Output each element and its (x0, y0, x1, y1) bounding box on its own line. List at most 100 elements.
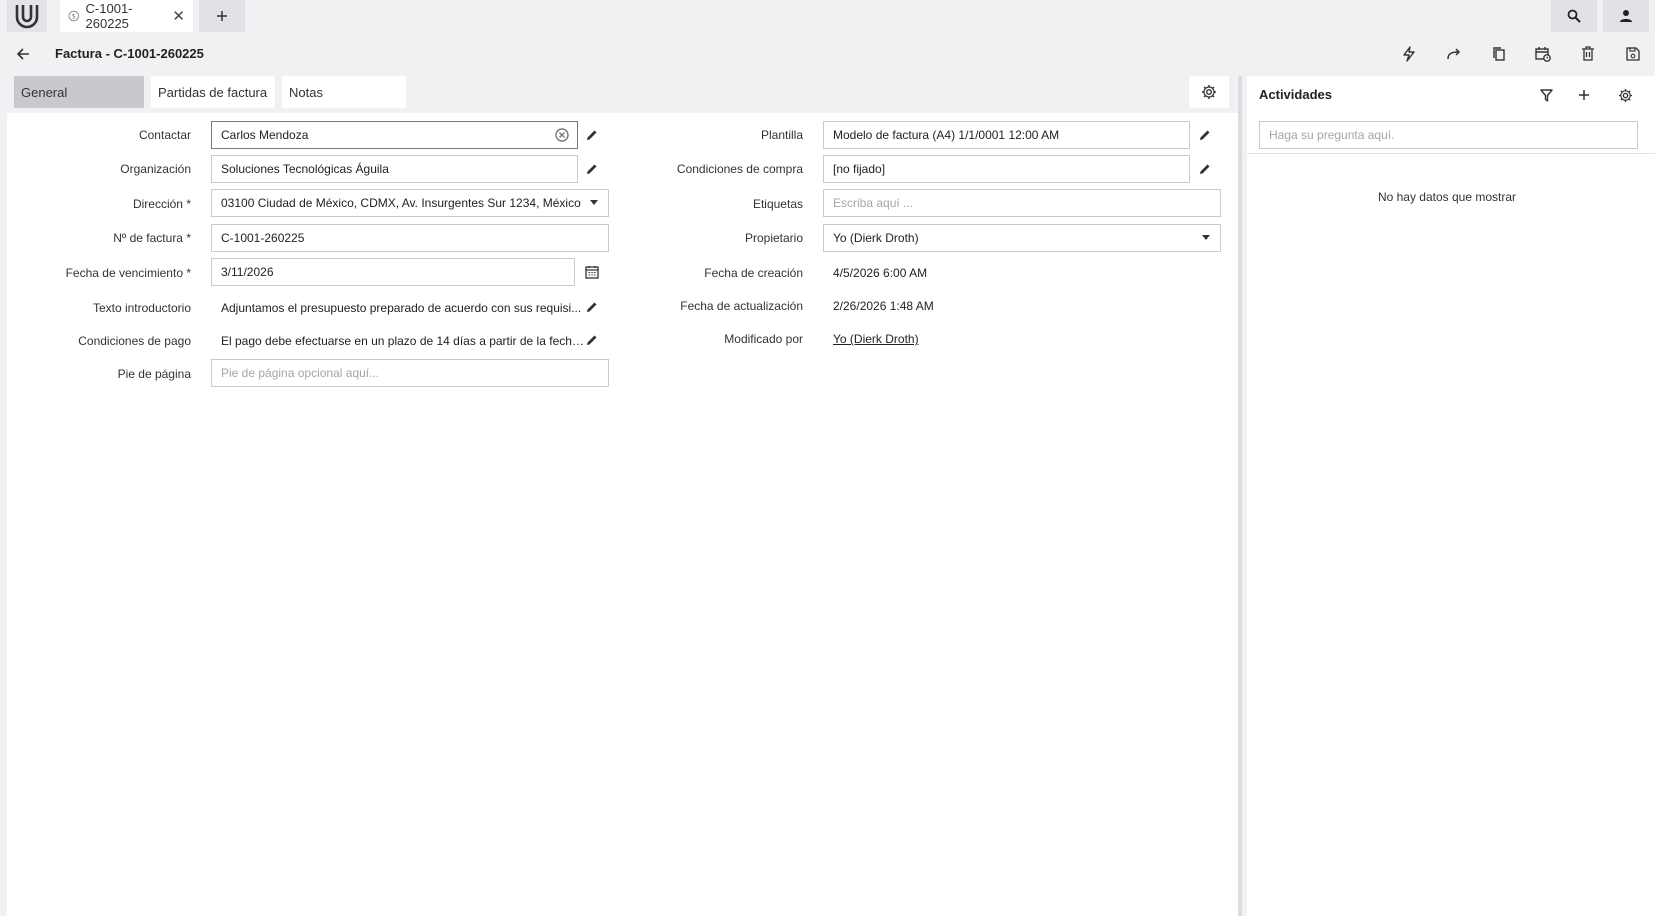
modified-by-link[interactable]: Yo (Dierk Droth) (833, 332, 919, 346)
tab-general[interactable]: General (14, 76, 144, 108)
template-field[interactable]: Modelo de factura (A4) 1/1/0001 12:00 AM (823, 121, 1190, 149)
contact-field[interactable]: Carlos Mendoza (211, 121, 578, 149)
contact-value: Carlos Mendoza (221, 128, 309, 142)
tab-label: Notas (289, 84, 323, 100)
tab-label: C-1001-260225 (85, 1, 133, 31)
save-icon (1626, 47, 1640, 61)
close-tab-icon[interactable]: ✕ (172, 9, 185, 24)
panel-splitter[interactable] (1238, 76, 1242, 916)
due-date-value: 3/11/2026 (221, 265, 274, 279)
forward-button[interactable] (1432, 40, 1477, 68)
svg-text:$: $ (72, 12, 76, 20)
delete-button[interactable] (1566, 40, 1611, 68)
edit-intro-icon[interactable] (584, 299, 600, 315)
address-select[interactable]: 03100 Ciudad de México, CDMX, Av. Insurg… (211, 189, 609, 217)
payment-terms-value: El pago debe efectuarse en un plazo de 1… (221, 334, 586, 348)
updated-date-label: Fecha de actualización (680, 299, 803, 313)
global-search-button[interactable] (1551, 0, 1597, 32)
top-bar: $ C-1001-260225 ✕ (0, 0, 1655, 32)
copy-icon (1492, 47, 1505, 61)
tab-invoice-items[interactable]: Partidas de factura (151, 76, 275, 108)
tab-label: Partidas de factura (158, 84, 268, 100)
organization-label: Organización (120, 162, 191, 176)
activities-search-input[interactable]: Haga su pregunta aquí. (1259, 121, 1638, 149)
copy-button[interactable] (1476, 40, 1521, 68)
due-date-label: Fecha de vencimiento * (65, 266, 191, 280)
address-value: 03100 Ciudad de México, CDMX, Av. Insurg… (221, 196, 581, 210)
organization-value: Soluciones Tecnológicas Águila (221, 162, 389, 176)
edit-contact-icon[interactable] (584, 127, 600, 143)
arrow-left-icon (16, 48, 29, 60)
forward-icon (1447, 48, 1460, 60)
user-icon (1620, 10, 1632, 22)
search-icon (1567, 9, 1581, 23)
purchase-terms-value: [no fijado] (833, 162, 886, 176)
logo-icon (15, 5, 39, 29)
header-actions (1387, 40, 1655, 68)
created-date-label: Fecha de creación (704, 266, 803, 280)
tab-invoice[interactable]: $ C-1001-260225 ✕ (60, 0, 193, 32)
tab-notes[interactable]: Notas (282, 76, 406, 108)
edit-template-icon[interactable] (1197, 127, 1213, 143)
trash-icon (1581, 46, 1594, 61)
footer-field[interactable]: Pie de página opcional aquí... (211, 359, 609, 387)
tags-placeholder: Escriba aquí ... (833, 196, 914, 210)
edit-payment-terms-icon[interactable] (584, 332, 600, 348)
clear-icon[interactable] (555, 128, 569, 142)
back-button[interactable] (13, 44, 33, 64)
lightning-icon (1403, 46, 1415, 62)
organization-field[interactable]: Soluciones Tecnológicas Águila (211, 155, 578, 183)
intro-text-value: Adjuntamos el presupuesto preparado de a… (221, 301, 582, 315)
updated-date-value: 2/26/2026 1:48 AM (833, 299, 934, 313)
form-panel: General Partidas de factura Notas Contac… (7, 76, 1240, 916)
save-button[interactable] (1610, 40, 1655, 68)
payment-terms-label: Condiciones de pago (78, 334, 191, 348)
owner-label: Propietario (744, 231, 803, 245)
activities-search-placeholder: Haga su pregunta aquí. (1269, 128, 1395, 142)
intro-text-label: Texto introductorio (92, 301, 191, 315)
invoice-number-label: Nº de factura * (113, 231, 191, 245)
calendar-icon[interactable] (584, 264, 600, 280)
form-tabs: General Partidas de factura Notas (7, 76, 1240, 113)
footer-label: Pie de página (117, 367, 191, 381)
activities-settings-icon[interactable] (1615, 85, 1635, 105)
owner-select[interactable]: Yo (Dierk Droth) (823, 224, 1221, 252)
page-title: Factura - C-1001-260225 (55, 46, 204, 61)
due-date-field[interactable]: 3/11/2026 (211, 258, 575, 286)
new-tab-button[interactable] (199, 0, 245, 32)
purchase-terms-field[interactable]: [no fijado] (823, 155, 1190, 183)
tags-label: Etiquetas (752, 197, 803, 211)
address-label: Dirección * (132, 197, 191, 211)
app-logo[interactable] (7, 0, 47, 32)
activities-title: Actividades (1259, 87, 1332, 102)
owner-value: Yo (Dierk Droth) (833, 231, 919, 245)
gear-icon (1202, 85, 1216, 99)
invoice-icon: $ (68, 10, 80, 22)
add-activity-icon[interactable] (1574, 85, 1594, 105)
created-date-value: 4/5/2026 6:00 AM (833, 266, 928, 280)
footer-placeholder: Pie de página opcional aquí... (221, 366, 380, 380)
tab-label: General (21, 84, 68, 100)
modified-by-label: Modificado por (724, 332, 803, 346)
invoice-number-value: C-1001-260225 (221, 231, 305, 245)
edit-purchase-terms-icon[interactable] (1197, 161, 1213, 177)
chevron-down-icon (590, 200, 598, 205)
divider (1247, 153, 1655, 154)
template-value: Modelo de factura (A4) 1/1/0001 12:00 AM (833, 128, 1060, 142)
edit-organization-icon[interactable] (584, 161, 600, 177)
calendar-clock-icon (1535, 47, 1552, 62)
purchase-terms-label: Condiciones de compra (676, 162, 803, 176)
tags-field[interactable]: Escriba aquí ... (823, 189, 1221, 217)
plus-icon (217, 11, 227, 21)
activities-panel: Actividades Haga su pregunta aquí. No ha… (1247, 76, 1655, 916)
chevron-down-icon (1202, 235, 1210, 240)
form-settings-button[interactable] (1189, 76, 1229, 108)
actions-button[interactable] (1387, 40, 1432, 68)
contact-label: Contactar (138, 128, 191, 142)
template-label: Plantilla (760, 128, 803, 142)
invoice-number-field[interactable]: C-1001-260225 (211, 224, 609, 252)
filter-icon[interactable] (1536, 85, 1556, 105)
user-menu-button[interactable] (1603, 0, 1649, 32)
schedule-button[interactable] (1521, 40, 1566, 68)
empty-state-message: No hay datos que mostrar (1377, 190, 1517, 204)
